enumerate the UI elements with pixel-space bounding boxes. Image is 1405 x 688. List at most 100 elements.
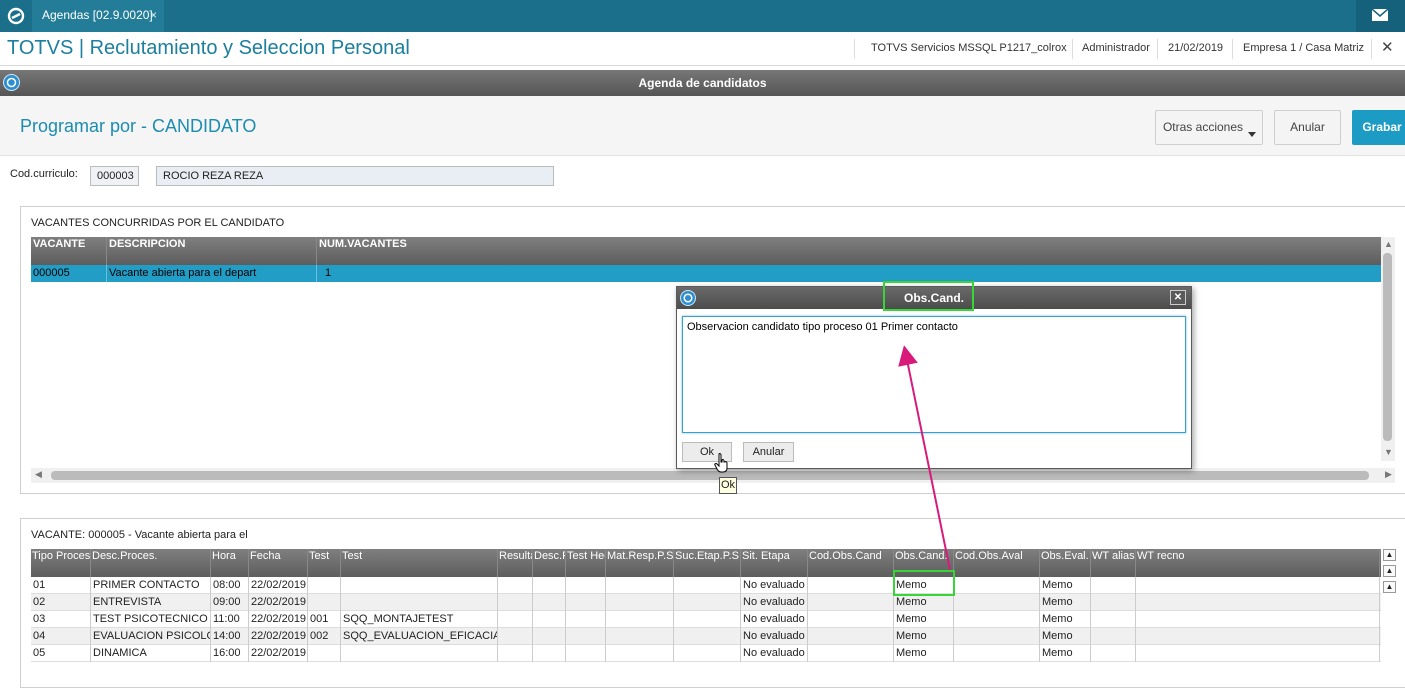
table-cell [566,594,606,611]
procesos-title: VACANTE: 000005 - Vacante abierta para e… [31,529,248,541]
table-row[interactable]: 000005 Vacante abierta para el depart 1 [31,265,1381,282]
company-info[interactable]: Empresa 1 / Casa Matriz [1243,42,1364,54]
table-row[interactable]: 04EVALUACION PSICOLOGICA14:0022/02/20190… [31,628,1381,645]
scroll-up-icon[interactable]: ▲ [1383,581,1396,593]
column-header[interactable]: Desc.Proces. [91,549,211,577]
cod-curriculo-field[interactable]: 000003 [90,166,139,186]
app-header: TOTVS | Reclutamiento y Seleccion Person… [0,32,1405,66]
column-header[interactable]: Cod.Obs.Cand [808,549,894,577]
column-header[interactable]: WT recno [1136,549,1380,577]
column-header[interactable]: Resultado [498,549,533,577]
table-cell [674,594,741,611]
app-logo-icon[interactable] [6,6,26,26]
vacantes-title: VACANTES CONCURRIDAS POR EL CANDIDATO [31,217,285,229]
vertical-scrollbar[interactable]: ▲ ▼ [1381,237,1395,461]
scroll-left-icon[interactable]: ◀ [35,469,42,480]
table-cell: 1 [325,267,332,279]
column-header[interactable]: NUM.VACANTES [317,237,1381,265]
column-header[interactable]: Obs.Cand. [894,549,954,577]
table-cell: No evaluado [741,645,808,662]
header-separator [854,39,855,59]
table-cell [533,577,566,594]
table-cell: Memo [1040,628,1091,645]
column-header[interactable]: Test [341,549,498,577]
column-header[interactable]: Mat.Resp.P.S [606,549,674,577]
table-cell [606,645,674,662]
table-cell: TEST PSICOTECNICO [91,611,211,628]
table-cell [566,577,606,594]
dialog-anular-button[interactable]: Anular [743,442,794,462]
table-cell [498,628,533,645]
table-cell: No evaluado [741,611,808,628]
table-cell [1136,645,1380,662]
obs-cand-dialog: Obs.Cand. ✕ Observacion candidato tipo p… [676,281,1192,469]
column-header[interactable]: Obs.Eval. [1040,549,1091,577]
page-title: Programar por - CANDIDATO [20,116,257,136]
column-header[interactable]: Test [308,549,341,577]
table-cell: Memo [894,611,954,628]
date-info[interactable]: 21/02/2019 [1168,42,1223,54]
table-cell [606,594,674,611]
column-header[interactable]: Cod.Obs.Aval [954,549,1040,577]
column-header[interactable]: WT alias [1091,549,1136,577]
column-header[interactable]: Tipo Proceso [31,549,91,577]
table-cell: 002 [308,628,341,645]
table-cell [1136,594,1380,611]
scroll-right-icon[interactable]: ▶ [1385,469,1392,480]
mail-icon[interactable] [1372,9,1388,21]
table-row[interactable]: 01 PRIMER CONTACTO 08:00 22/02/2019 No evalu… [31,577,1381,594]
scroll-page-up-icon[interactable]: ▲ [1383,565,1396,577]
scroll-top-icon[interactable]: ▲ [1383,549,1396,561]
table-cell [1091,611,1136,628]
anular-button[interactable]: Anular [1274,110,1341,145]
observation-textarea[interactable]: Observacion candidato tipo proceso 01 Pr… [682,316,1186,433]
close-icon[interactable]: ✕ [1381,38,1394,56]
tab-close-icon[interactable]: × [150,0,157,30]
table-cell [954,594,1040,611]
table-cell: 05 [31,645,91,662]
table-cell [1091,577,1136,594]
scroll-thumb[interactable] [1383,253,1392,441]
column-header[interactable]: VACANTE [31,237,107,265]
column-header[interactable]: Test Hecho [566,549,606,577]
window-icon [3,74,20,91]
column-header[interactable]: Suc.Etap.P.S [674,549,741,577]
column-header[interactable]: Fecha [249,549,308,577]
table-row[interactable]: 03 TEST PSICOTECNICO 11:00 22/02/2019 001 SQQ… [31,611,1381,628]
table-cell [533,594,566,611]
table-cell: SQQ_EVALUACION_EFICACIA [341,628,498,645]
table-cell: 08:00 [211,577,249,594]
table-cell: 01 [31,577,91,594]
column-header[interactable]: DESCRIPCION [107,237,317,265]
table-cell [1091,594,1136,611]
scroll-thumb[interactable] [51,471,1369,480]
grabar-button[interactable]: Grabar [1352,110,1405,145]
table-row[interactable]: 02 ENTREVISTA 09:00 22/02/2019 No evaluado Me… [31,594,1381,611]
scroll-up-icon[interactable]: ▲ [1384,239,1393,249]
column-header[interactable]: Desc.Res. [533,549,566,577]
table-cell [533,645,566,662]
table-cell: EVALUACION PSICOLOGICA [91,628,211,645]
otras-acciones-button[interactable]: Otras acciones [1155,110,1263,145]
table-cell [954,645,1040,662]
close-icon[interactable]: ✕ [1170,290,1186,305]
horizontal-scrollbar[interactable]: ◀ ▶ [31,468,1395,483]
table-cell [674,611,741,628]
table-cell [533,611,566,628]
table-cell: 000005 [31,265,107,282]
table-cell [308,577,341,594]
table-row[interactable]: 05 DINAMICA 16:00 22/02/2019 No evaluado Memo… [31,645,1381,662]
table-cell [606,577,674,594]
window-icon [680,290,696,306]
user-info[interactable]: Administrador [1082,42,1150,54]
table-cell [341,577,498,594]
tab-agendas[interactable]: Agendas [02.9.0020] × [32,0,164,32]
table-cell [674,577,741,594]
column-header[interactable]: Sit. Etapa [741,549,808,577]
window-title: Agenda de candidatos [638,76,767,90]
candidate-name-field[interactable]: ROCIO REZA REZA [156,166,554,186]
cod-curriculo-label: Cod.curriculo: [10,168,78,180]
column-header[interactable]: Hora [211,549,249,577]
app-title: TOTVS | Reclutamiento y Seleccion Person… [7,37,410,59]
scroll-down-icon[interactable]: ▼ [1384,447,1393,457]
